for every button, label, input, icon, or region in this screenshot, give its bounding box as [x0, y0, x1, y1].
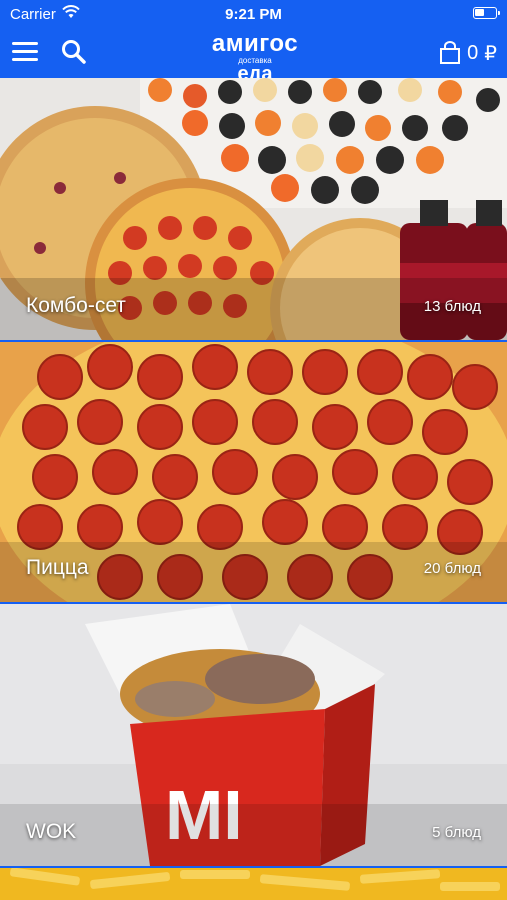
currency-symbol: ₽ [484, 42, 497, 65]
app-header: амигос доставка еда 0 ₽ [0, 28, 507, 85]
category-count: 13 блюд [423, 298, 481, 315]
menu-icon-line [12, 50, 38, 53]
category-card-pizza[interactable]: Пицца 20 блюд [0, 342, 507, 602]
category-count: 5 блюд [432, 824, 481, 841]
shopping-bag-icon [440, 41, 461, 64]
app-logo: амигос доставка еда [200, 30, 310, 85]
category-card-combo[interactable]: Комбо-сет 13 блюд [0, 78, 507, 340]
category-title: WOK [26, 820, 77, 843]
fries-image [0, 868, 507, 900]
menu-icon-line [12, 58, 38, 61]
category-card-next[interactable] [0, 868, 507, 900]
battery-icon [473, 7, 500, 19]
cart-button[interactable]: 0 ₽ [439, 38, 497, 68]
menu-icon-line [12, 42, 38, 45]
category-title: Пицца [26, 556, 89, 579]
category-list: Комбо-сет 13 блюд Пицца 20 блюд WOK 5 бл… [0, 78, 507, 900]
search-icon[interactable] [60, 38, 88, 66]
category-count: 20 блюд [423, 560, 481, 577]
status-bar: Carrier 9:21 PM [0, 0, 507, 28]
category-title: Комбо-сет [26, 294, 126, 317]
logo-amigos: амигос [211, 30, 299, 57]
category-card-wok[interactable]: MI WOK 5 блюд [0, 604, 507, 866]
menu-button[interactable] [12, 40, 38, 62]
cart-count: 0 [467, 41, 479, 64]
clock: 9:21 PM [225, 6, 282, 23]
